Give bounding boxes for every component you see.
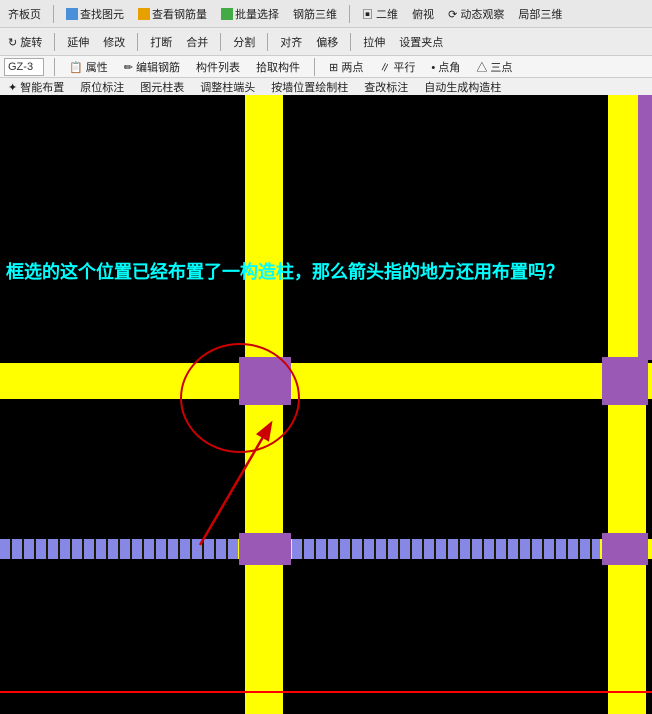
sep5 <box>220 33 221 51</box>
sep6 <box>267 33 268 51</box>
column-number-10: 10 <box>248 99 276 127</box>
toolbar-row3: GZ-3 📋 属性 ✏ 编辑钢筋 构件列表 拾取构件 ⊞ 两点 ∥ 平行 • 点… <box>0 56 652 78</box>
tb-拉伸[interactable]: 拉伸 <box>359 33 389 51</box>
column-purple-lower-center <box>239 533 291 565</box>
tb-分割[interactable]: 分割 <box>229 33 259 51</box>
tb-调整柱端头[interactable]: 调整柱端头 <box>196 78 259 95</box>
tb-局部三维[interactable]: 局部三维 <box>514 5 566 23</box>
tb-图元柱表[interactable]: 图元柱表 <box>136 78 188 95</box>
sep8 <box>54 58 55 76</box>
black-region-upper-left <box>0 95 244 357</box>
sep9 <box>314 58 315 76</box>
column-purple-right <box>602 357 648 405</box>
tb-对齐[interactable]: 对齐 <box>276 33 306 51</box>
drawing-content: 10 框选的这个位置已经布置了一构造柱，那么箭头指的地方还用布置吗？ <box>0 95 652 714</box>
tb-两点[interactable]: ⊞ 两点 <box>325 58 367 76</box>
red-baseline <box>0 691 652 693</box>
tb-合并[interactable]: 合并 <box>182 33 212 51</box>
find-icon <box>66 8 78 20</box>
annotation-text: 框选的这个位置已经布置了一构造柱，那么箭头指的地方还用布置吗？ <box>6 260 564 285</box>
tb-齐板页[interactable]: 齐板页 <box>4 5 45 23</box>
tb-俯视[interactable]: 俯视 <box>408 5 438 23</box>
toolbar-row4: ✦ 智能布置 原位标注 图元柱表 调整柱端头 按墙位置绘制柱 查改标注 自动生成… <box>0 78 652 95</box>
tb-动态观察[interactable]: ⟳ 动态观察 <box>444 5 508 23</box>
tb-偏移[interactable]: 偏移 <box>312 33 342 51</box>
tb-原位标注[interactable]: 原位标注 <box>76 78 128 95</box>
drawing-canvas[interactable]: 10 框选的这个位置已经布置了一构造柱，那么箭头指的地方还用布置吗？ <box>0 95 652 714</box>
tb-设置夹点[interactable]: 设置夹点 <box>395 33 447 51</box>
sep7 <box>350 33 351 51</box>
toolbar: 齐板页 查找图元 查看钢筋量 批量选择 钢筋三维 ▣ 二维 俯视 ⟳ 动态观察 … <box>0 0 652 95</box>
tb-点角[interactable]: • 点角 <box>427 58 464 76</box>
tb-批量选择[interactable]: 批量选择 <box>217 5 283 23</box>
tb-二维[interactable]: ▣ 二维 <box>358 5 402 23</box>
tb-自动生成构造柱[interactable]: 自动生成构造柱 <box>420 78 505 95</box>
sep4 <box>137 33 138 51</box>
tb-查改标注[interactable]: 查改标注 <box>360 78 412 95</box>
batch-icon <box>221 8 233 20</box>
sep3 <box>54 33 55 51</box>
tb-钢筋三维[interactable]: 钢筋三维 <box>289 5 341 23</box>
black-region-lower-left <box>0 560 239 690</box>
tb-拾取构件[interactable]: 拾取构件 <box>252 58 304 76</box>
tb-按墙位置绘制柱[interactable]: 按墙位置绘制柱 <box>267 78 352 95</box>
annotation-circle <box>180 343 300 453</box>
tb-打断[interactable]: 打断 <box>146 33 176 51</box>
tb-旋转[interactable]: ↻ 旋转 <box>4 33 46 51</box>
sep2 <box>349 5 350 23</box>
tb-智能布置[interactable]: ✦ 智能布置 <box>4 78 68 95</box>
tb-属性[interactable]: 📋 属性 <box>65 58 112 76</box>
tb-三点[interactable]: △ 三点 <box>472 58 516 76</box>
sep1 <box>53 5 54 23</box>
tb-延伸[interactable]: 延伸 <box>63 33 93 51</box>
tb-查看钢筋量[interactable]: 查看钢筋量 <box>134 5 211 23</box>
purple-strip-right-top <box>638 95 652 360</box>
tb-构件列表[interactable]: 构件列表 <box>192 58 244 76</box>
tb-查找图元[interactable]: 查找图元 <box>62 5 128 23</box>
beam-stripe-left <box>0 539 238 559</box>
tb-编辑钢筋[interactable]: ✏ 编辑钢筋 <box>120 58 184 76</box>
column-purple-lower-right <box>602 533 648 565</box>
black-region-upper-middle <box>284 95 606 357</box>
beam-stripe-right <box>292 539 600 559</box>
component-dropdown[interactable]: GZ-3 <box>4 58 44 76</box>
black-region-lower-right <box>292 560 606 690</box>
tb-平行[interactable]: ∥ 平行 <box>375 58 419 76</box>
toolbar-row2: ↻ 旋转 延伸 修改 打断 合并 分割 对齐 偏移 拉伸 设置夹点 <box>0 28 652 56</box>
black-region-middle-right <box>292 400 606 538</box>
tb-修改[interactable]: 修改 <box>99 33 129 51</box>
rebar-icon <box>138 8 150 20</box>
toolbar-row1: 齐板页 查找图元 查看钢筋量 批量选择 钢筋三维 ▣ 二维 俯视 ⟳ 动态观察 … <box>0 0 652 28</box>
horizontal-beam-middle <box>0 363 652 399</box>
